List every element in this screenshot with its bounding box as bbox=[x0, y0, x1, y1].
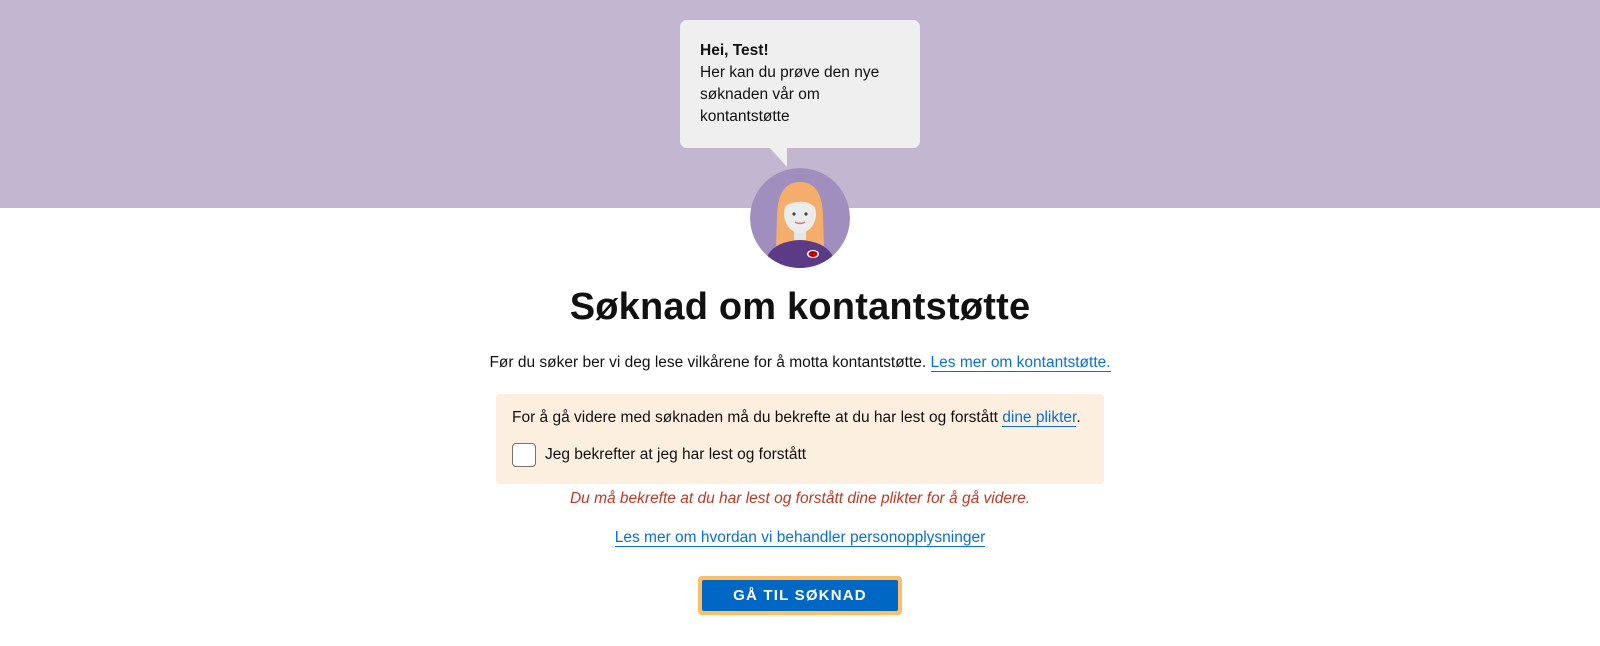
confirm-text-before: For å gå videre med søknaden må du bekre… bbox=[512, 409, 998, 426]
confirm-checkbox-row[interactable]: Jeg bekrefter at jeg har lest og forståt… bbox=[512, 443, 1088, 467]
bubble-greeting: Hei, Test! bbox=[700, 42, 769, 59]
intro-text: Før du søker ber vi deg lese vilkårene f… bbox=[0, 352, 1600, 374]
confirm-checkbox-label: Jeg bekrefter at jeg har lest og forståt… bbox=[545, 446, 807, 463]
start-application-button[interactable]: GÅ TIL SØKNAD bbox=[698, 576, 902, 615]
read-more-link[interactable]: Les mer om kontantstøtte. bbox=[930, 354, 1111, 372]
privacy-link[interactable]: Les mer om hvordan vi behandler personop… bbox=[614, 529, 986, 547]
bubble-message: Her kan du prøve den nye søknaden vår om… bbox=[700, 64, 880, 125]
privacy-link-row: Les mer om hvordan vi behandler personop… bbox=[0, 529, 1600, 547]
speech-bubble: Hei, Test! Her kan du prøve den nye søkn… bbox=[680, 20, 920, 167]
page: Hei, Test! Her kan du prøve den nye søkn… bbox=[0, 0, 1600, 646]
start-application-label: GÅ TIL SØKNAD bbox=[702, 580, 898, 611]
confirm-checkbox[interactable] bbox=[512, 443, 536, 467]
page-title: Søknad om kontantstøtte bbox=[569, 286, 1031, 328]
error-message: Du må bekrefte at du har lest og forståt… bbox=[569, 490, 1031, 507]
confirm-panel: For å gå videre med søknaden må du bekre… bbox=[496, 394, 1104, 484]
confirm-text-after: . bbox=[1076, 409, 1081, 426]
duties-link[interactable]: dine plikter bbox=[1002, 409, 1077, 427]
confirm-text: For å gå videre med søknaden må du bekre… bbox=[512, 407, 1088, 429]
intro-body: Før du søker ber vi deg lese vilkårene f… bbox=[489, 354, 927, 371]
veileder-avatar-icon bbox=[750, 168, 850, 268]
